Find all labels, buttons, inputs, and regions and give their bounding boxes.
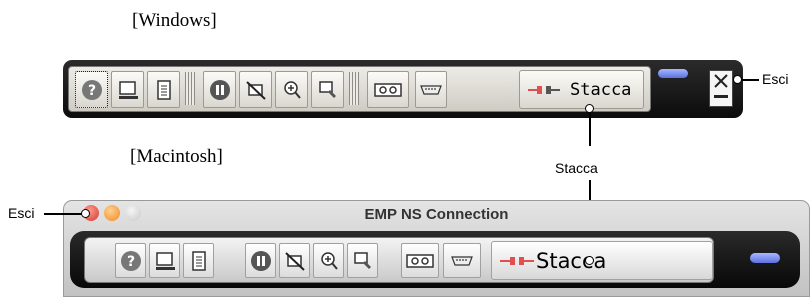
pause-button[interactable] <box>203 71 236 108</box>
video-button[interactable] <box>367 71 409 108</box>
stacca-label: Stacca <box>536 248 607 273</box>
serial-icon <box>451 255 473 266</box>
plug-icon <box>528 85 560 94</box>
display-button[interactable] <box>111 71 144 108</box>
stacca-callout: Stacca <box>555 160 598 176</box>
mac-window: EMP NS Connection ? Stacca <box>63 200 810 297</box>
no-display-icon <box>245 80 266 100</box>
callout-line <box>741 79 759 81</box>
tools-icon <box>318 80 336 98</box>
exit-button[interactable] <box>709 70 733 107</box>
display-icon <box>155 251 175 270</box>
no-display-icon <box>284 251 305 271</box>
macintosh-heading: [Macintosh] <box>130 146 223 167</box>
zoom-button[interactable] <box>275 71 308 108</box>
document-button[interactable] <box>183 243 214 278</box>
tools-button[interactable] <box>311 71 344 108</box>
toolbar-grip[interactable] <box>349 72 359 105</box>
serial-button[interactable] <box>443 243 481 278</box>
tools-button[interactable] <box>347 243 378 278</box>
minimize-pill[interactable] <box>750 253 780 263</box>
display-icon <box>118 80 138 99</box>
zoom-icon <box>283 80 301 99</box>
pause-icon <box>209 79 230 100</box>
pause-button[interactable] <box>245 243 276 278</box>
help-button[interactable]: ? <box>115 243 146 278</box>
help-icon: ? <box>81 79 102 100</box>
serial-icon <box>420 84 442 95</box>
svg-text:?: ? <box>126 254 134 270</box>
plug-icon <box>500 256 534 265</box>
callout-marker <box>585 104 594 113</box>
display-button[interactable] <box>149 243 180 278</box>
toolbar-grip[interactable] <box>185 72 195 105</box>
callout-line <box>44 213 82 215</box>
stacca-label: Stacca <box>570 79 632 100</box>
video-button[interactable] <box>401 243 439 278</box>
close-icon <box>714 74 728 98</box>
esci-mac-callout: Esci <box>8 205 35 221</box>
document-button[interactable] <box>147 71 180 108</box>
mac-toolbar-panel: ? Stacca <box>84 237 714 283</box>
windows-toolbar-panel: ? Stacca <box>68 66 651 112</box>
stacca-button[interactable]: Stacca <box>491 241 713 280</box>
callout-line <box>589 113 591 146</box>
document-icon <box>156 79 171 100</box>
minimize-pill[interactable] <box>658 69 688 78</box>
zoom-button[interactable] <box>313 243 344 278</box>
window-title: EMP NS Connection <box>364 206 509 223</box>
no-display-button[interactable] <box>239 71 272 108</box>
help-button[interactable]: ? <box>75 71 108 108</box>
esci-windows-callout: Esci <box>762 71 789 87</box>
help-icon: ? <box>120 250 141 271</box>
video-icon <box>406 253 434 268</box>
tools-icon <box>353 251 371 269</box>
svg-text:?: ? <box>87 83 95 99</box>
serial-button[interactable] <box>415 71 447 108</box>
callout-marker <box>81 209 90 218</box>
video-icon <box>374 82 402 97</box>
stacca-button[interactable]: Stacca <box>519 70 644 109</box>
pause-icon <box>250 250 271 271</box>
callout-marker <box>585 256 594 265</box>
document-icon <box>191 250 206 271</box>
zoom-icon <box>320 251 338 270</box>
windows-heading: [Windows] <box>132 10 217 31</box>
no-display-button[interactable] <box>279 243 310 278</box>
windows-toolbar: ? Stacca <box>63 60 743 118</box>
mac-toolbar: ? Stacca <box>70 231 800 288</box>
